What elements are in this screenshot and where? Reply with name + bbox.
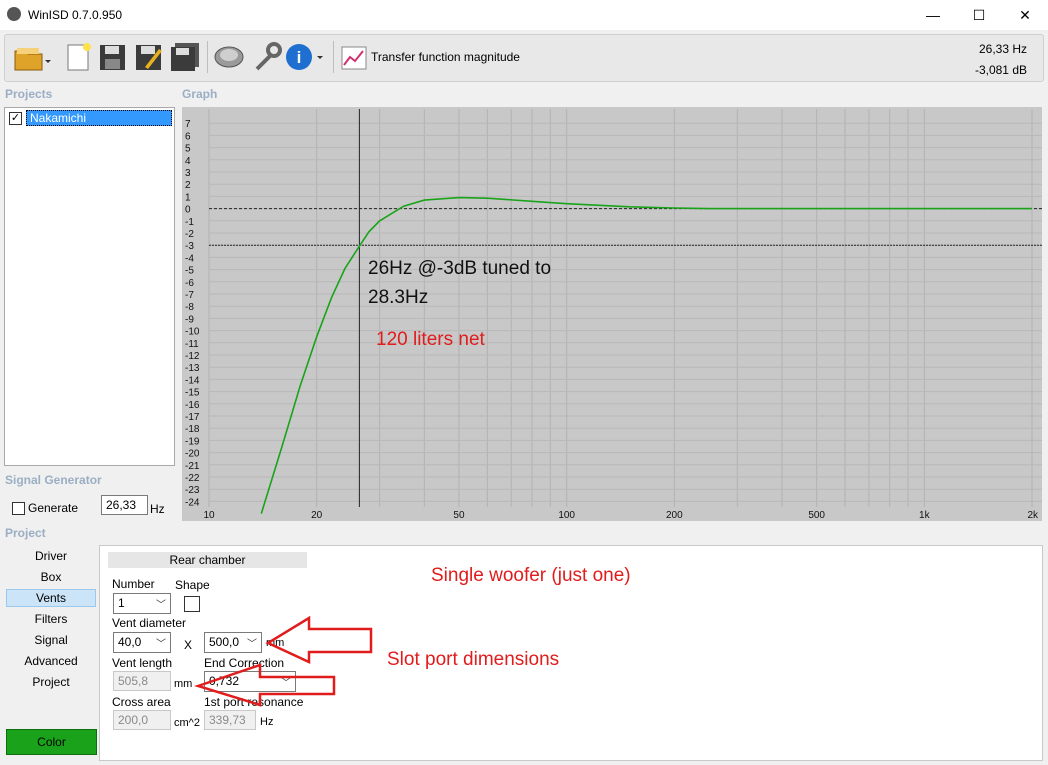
project-heading: Project bbox=[5, 526, 46, 540]
vents-panel: Rear chamber Number Shape 1 ﹀ Vent diamet… bbox=[99, 545, 1043, 761]
save-as-icon[interactable] bbox=[133, 41, 163, 73]
y-tick-label: 5 bbox=[185, 144, 191, 155]
x-tick-label: 2k bbox=[1027, 510, 1039, 521]
cursor-frequency-readout: 26,33 Hz bbox=[978, 42, 1027, 56]
x-tick-label: 1k bbox=[919, 510, 931, 521]
nav-advanced[interactable]: Advanced bbox=[6, 652, 96, 670]
y-tick-label: -19 bbox=[185, 436, 200, 447]
nav-signal[interactable]: Signal bbox=[6, 631, 96, 649]
y-tick-label: -13 bbox=[185, 363, 200, 374]
y-tick-label: -22 bbox=[185, 473, 200, 484]
x-tick-label: 200 bbox=[666, 510, 683, 521]
title-bar: WinISD 0.7.0.950 — ☐ ✕ bbox=[0, 0, 1048, 30]
signal-frequency-unit: Hz bbox=[150, 502, 165, 516]
toolbar-separator bbox=[207, 41, 208, 73]
y-tick-label: -24 bbox=[185, 497, 200, 508]
x-tick-label: 10 bbox=[203, 510, 215, 521]
nav-driver[interactable]: Driver bbox=[6, 547, 96, 565]
y-tick-label: 1 bbox=[185, 192, 191, 203]
graph-panel[interactable]: 7 6 5 4 3 2 1 0 -1 -2 -3 -4 -5 -6 -7 -8 -9 -10 -11 -12 -13 -1… bbox=[182, 107, 1042, 521]
signal-generator-heading: Signal Generator bbox=[5, 473, 102, 487]
color-button[interactable]: Color bbox=[6, 729, 97, 755]
y-tick-label: 2 bbox=[185, 180, 191, 191]
project-checkbox[interactable]: ✓ bbox=[9, 112, 22, 125]
toolbar: i Transfer function magnitude 26,33 Hz -… bbox=[4, 34, 1044, 82]
projects-heading: Projects bbox=[5, 87, 53, 101]
annotation-tuning: 26Hz @-3dB tuned to bbox=[368, 258, 551, 279]
projects-list[interactable]: ✓ Nakamichi bbox=[4, 107, 175, 466]
annotation-arrows bbox=[193, 615, 373, 707]
y-tick-label: -9 bbox=[185, 314, 194, 325]
driver-icon[interactable] bbox=[213, 41, 244, 73]
nav-vents[interactable]: Vents bbox=[6, 589, 96, 607]
save-icon[interactable] bbox=[97, 41, 127, 73]
y-tick-label: -16 bbox=[185, 400, 200, 411]
y-tick-label: -18 bbox=[185, 424, 200, 435]
y-tick-label: -14 bbox=[185, 375, 200, 386]
nav-project[interactable]: Project bbox=[6, 673, 96, 691]
transfer-function-chart[interactable]: 76543210-1-2-3-4-5-6-7-8-9-10-11-12-13-1… bbox=[182, 107, 1042, 521]
graph-icon[interactable] bbox=[339, 41, 369, 73]
info-icon[interactable]: i bbox=[285, 41, 323, 73]
y-tick-label: -3 bbox=[185, 241, 194, 252]
y-tick-label: -10 bbox=[185, 327, 200, 338]
close-button[interactable]: ✕ bbox=[1002, 0, 1048, 30]
y-tick-label: 4 bbox=[185, 156, 191, 167]
y-tick-label: -15 bbox=[185, 388, 200, 399]
graph-heading: Graph bbox=[182, 87, 218, 101]
annotation-volume: 120 liters net bbox=[376, 329, 486, 350]
cursor-level-readout: -3,081 dB bbox=[974, 63, 1027, 77]
nav-box[interactable]: Box bbox=[6, 568, 96, 586]
open-folder-icon[interactable] bbox=[13, 41, 51, 73]
annotation-tuning-freq: 28.3Hz bbox=[368, 287, 428, 308]
save-all-icon[interactable] bbox=[169, 41, 199, 73]
y-axis-ticks: 76543210-1-2-3-4-5-6-7-8-9-10-11-12-13-1… bbox=[185, 119, 200, 508]
y-tick-label: -5 bbox=[185, 266, 194, 277]
arrow-to-vent-height bbox=[265, 615, 373, 664]
y-tick-label: 3 bbox=[185, 168, 191, 179]
y-tick-label: 7 bbox=[185, 119, 191, 130]
y-tick-label: -20 bbox=[185, 449, 200, 460]
x-tick-label: 100 bbox=[558, 510, 575, 521]
arrow-to-vent-length bbox=[193, 663, 336, 707]
y-tick-label: -17 bbox=[185, 412, 200, 423]
y-tick-label: -1 bbox=[185, 217, 194, 228]
x-tick-label: 50 bbox=[453, 510, 465, 521]
generate-label: Generate bbox=[28, 501, 79, 515]
x-tick-label: 500 bbox=[808, 510, 825, 521]
svg-text:i: i bbox=[297, 48, 302, 67]
y-tick-label: 0 bbox=[185, 205, 191, 216]
graph-type-label[interactable]: Transfer function magnitude bbox=[371, 50, 520, 64]
wrench-icon[interactable] bbox=[251, 41, 282, 73]
minimize-button[interactable]: — bbox=[910, 0, 956, 30]
y-tick-label: -4 bbox=[185, 253, 194, 264]
x-tick-label: 20 bbox=[311, 510, 323, 521]
generate-checkbox[interactable] bbox=[12, 502, 25, 515]
y-tick-label: -23 bbox=[185, 485, 200, 496]
project-item[interactable]: Nakamichi bbox=[26, 110, 172, 126]
y-tick-label: -21 bbox=[185, 461, 200, 472]
app-icon bbox=[7, 7, 21, 21]
y-tick-label: -6 bbox=[185, 278, 194, 289]
toolbar-separator bbox=[333, 41, 334, 73]
x-axis-ticks: 10 20 50 100 200 500 1k 2k bbox=[203, 510, 1039, 521]
y-tick-label: -12 bbox=[185, 351, 200, 362]
y-tick-label: -7 bbox=[185, 290, 194, 301]
nav-filters[interactable]: Filters bbox=[6, 610, 96, 628]
new-document-icon[interactable] bbox=[63, 41, 93, 73]
maximize-button[interactable]: ☐ bbox=[956, 0, 1002, 30]
y-tick-label: -2 bbox=[185, 229, 194, 240]
y-tick-label: 6 bbox=[185, 131, 191, 142]
y-tick-label: -8 bbox=[185, 302, 194, 313]
y-tick-label: -11 bbox=[185, 339, 199, 350]
signal-frequency-input[interactable]: 26,33 bbox=[101, 495, 148, 515]
window-title: WinISD 0.7.0.950 bbox=[28, 8, 123, 22]
